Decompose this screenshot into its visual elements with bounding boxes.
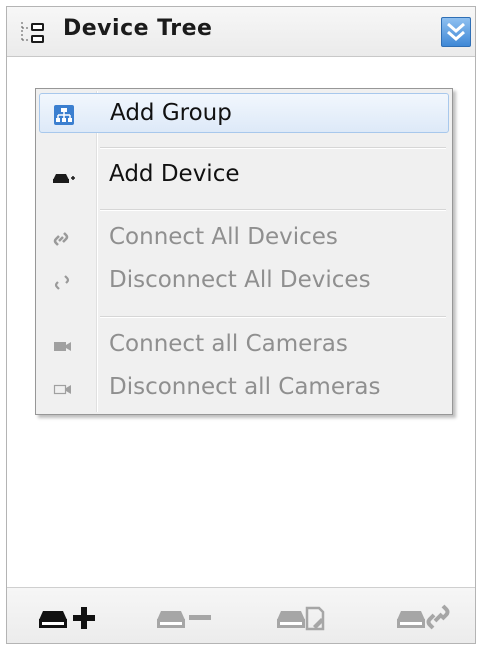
menu-item-add-group[interactable]: Add Group (39, 93, 449, 133)
menu-item-label: Connect All Devices (109, 224, 338, 250)
menu-item-label: Connect all Cameras (109, 331, 348, 357)
edit-device-button[interactable] (271, 596, 337, 636)
menu-item-label: Add Group (110, 100, 232, 126)
collapse-button[interactable] (441, 17, 471, 47)
remove-device-button[interactable] (151, 596, 217, 636)
menu-item-label: Add Device (109, 161, 240, 187)
add-device-icon (33, 596, 99, 636)
menu-item-connect-all-cameras[interactable]: Connect all Cameras (39, 325, 449, 365)
menu-separator (100, 209, 446, 211)
group-icon (52, 105, 76, 125)
menu-item-label: Disconnect All Devices (109, 267, 371, 293)
link-icon (51, 229, 75, 249)
edit-device-icon (271, 596, 337, 636)
context-menu: Add Group Add Device Connect All Devices… (35, 88, 453, 415)
menu-item-disconnect-all-devices[interactable]: Disconnect All Devices (39, 261, 449, 301)
menu-separator (100, 316, 446, 318)
panel-title: Device Tree (63, 16, 213, 41)
menu-item-connect-all-devices[interactable]: Connect All Devices (39, 218, 449, 258)
panel-header: Device Tree (7, 7, 475, 57)
menu-item-add-device[interactable]: Add Device (39, 155, 449, 195)
menu-item-disconnect-all-cameras[interactable]: Disconnect all Cameras (39, 368, 449, 408)
device-tree-panel: Device Tree Add Group Add Device Connect… (6, 6, 476, 644)
remove-device-icon (151, 596, 217, 636)
broken-link-icon (51, 272, 75, 292)
camera-icon (51, 336, 75, 356)
camera-outline-icon (51, 379, 75, 399)
device-tree-icon (19, 20, 47, 46)
bottom-toolbar (7, 587, 475, 643)
add-device-icon (51, 166, 75, 186)
menu-item-label: Disconnect all Cameras (109, 374, 381, 400)
add-device-button[interactable] (33, 596, 99, 636)
menu-separator (100, 147, 446, 149)
connect-device-button[interactable] (391, 596, 457, 636)
connect-device-icon (391, 596, 457, 636)
